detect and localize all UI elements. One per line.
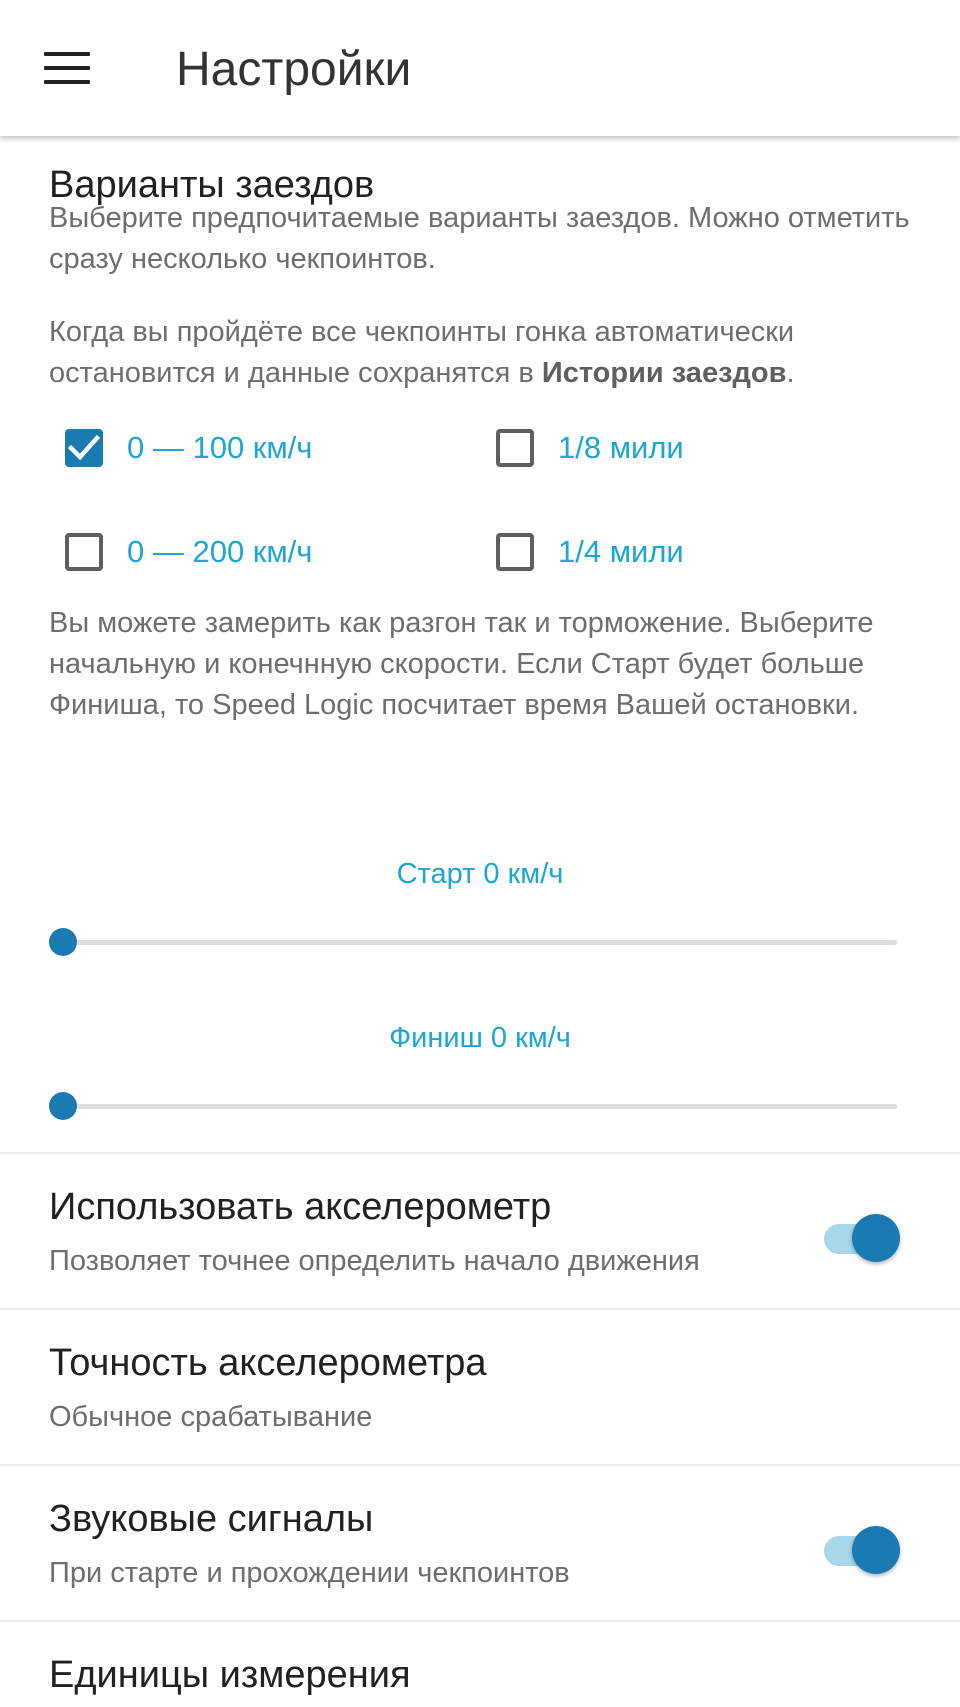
start-speed-label: Старт 0 км/ч: [396, 858, 564, 890]
slider-thumb[interactable]: [49, 928, 77, 956]
settings-list[interactable]: Варианты заездов Выберите предпочитаемые…: [0, 136, 960, 1707]
menu-icon-line: [44, 80, 90, 84]
pref-title: Единицы измерения: [49, 1654, 411, 1696]
pref-title: Точность акселерометра: [49, 1342, 487, 1384]
checkbox-0-200[interactable]: 0 — 200 км/ч: [49, 523, 429, 583]
slider-thumb[interactable]: [49, 1092, 77, 1120]
menu-icon[interactable]: [30, 38, 106, 102]
pref-summary: При старте и прохождении чекпоинтов: [49, 1557, 570, 1589]
finish-speed-label: Финиш 0 км/ч: [389, 1022, 571, 1054]
checkbox-label: 0 — 200 км/ч: [127, 534, 313, 569]
custom-range-description: Вы можете замерить как разгон так и торм…: [49, 607, 874, 721]
race-variants-description: Выберите предпочитаемые варианты заездов…: [49, 202, 910, 275]
pref-title: Звуковые сигналы: [49, 1498, 374, 1540]
pref-summary: Позволяет точнее определить начало движе…: [49, 1245, 700, 1277]
race-history-link-text: Истории заездов: [541, 357, 787, 389]
checkbox-unchecked-icon: [496, 429, 534, 467]
checkbox-checked-icon: [65, 429, 103, 467]
accelerometer-toggle[interactable]: [822, 1212, 904, 1264]
switch-thumb: [852, 1214, 900, 1262]
checkbox-label: 0 — 100 км/ч: [127, 430, 313, 465]
auto-stop-text: Когда вы пройдёте все чекпоинты гонка ав…: [49, 312, 919, 394]
switch-thumb: [852, 1526, 900, 1574]
checkbox-unchecked-icon: [65, 533, 103, 571]
checkbox-0-100[interactable]: 0 — 100 км/ч: [49, 419, 429, 479]
finish-speed-slider[interactable]: [49, 1091, 897, 1121]
pref-units[interactable]: Единицы измерения: [0, 1622, 960, 1707]
pref-summary: Обычное срабатывание: [49, 1401, 373, 1433]
start-speed-slider[interactable]: [49, 927, 897, 957]
checkbox-1-8-mile[interactable]: 1/8 мили: [480, 419, 860, 479]
pref-title: Использовать акселерометр: [49, 1186, 552, 1228]
pref-use-accelerometer[interactable]: Использовать акселерометр Позволяет точн…: [0, 1154, 960, 1308]
checkbox-label: 1/4 мили: [558, 534, 684, 569]
sound-signals-toggle[interactable]: [822, 1524, 904, 1576]
app-bar: Настройки: [0, 0, 960, 136]
page-title: Настройки: [176, 43, 412, 96]
auto-stop-text-end: .: [786, 357, 795, 389]
slider-track: [63, 1104, 897, 1109]
checkbox-label: 1/8 мили: [558, 430, 684, 465]
checkbox-unchecked-icon: [496, 533, 534, 571]
menu-icon-line: [44, 66, 90, 70]
pref-accelerometer-precision[interactable]: Точность акселерометра Обычное срабатыва…: [0, 1310, 960, 1464]
slider-track: [63, 940, 897, 945]
pref-sound-signals[interactable]: Звуковые сигналы При старте и прохождени…: [0, 1466, 960, 1620]
menu-icon-line: [44, 52, 90, 56]
checkbox-1-4-mile[interactable]: 1/4 мили: [480, 523, 860, 583]
